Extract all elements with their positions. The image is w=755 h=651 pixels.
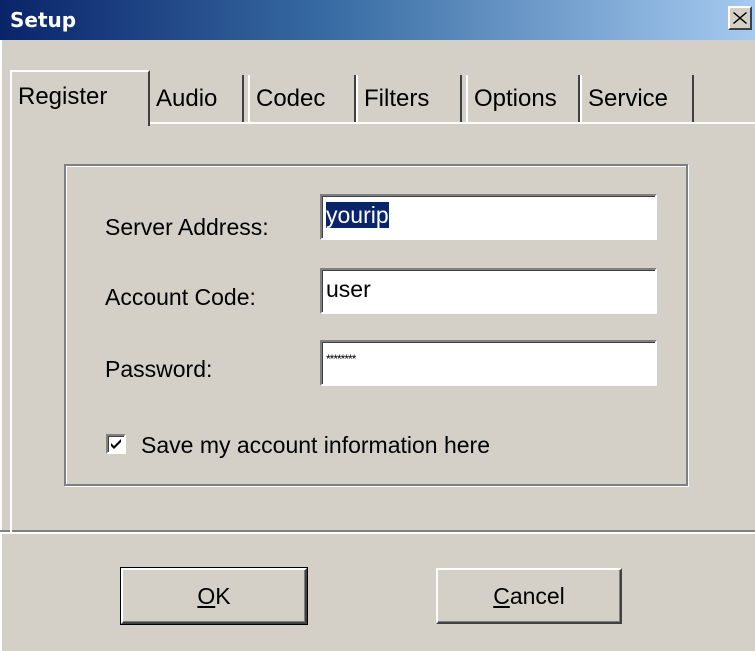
tab-register[interactable]: Register [10, 70, 150, 126]
tab-label: Filters [364, 85, 430, 112]
tab-label: Service [588, 85, 669, 112]
close-button[interactable] [728, 6, 752, 30]
tab-label: Codec [256, 85, 326, 112]
tab-codec[interactable]: Codec [248, 75, 356, 123]
cancel-label-rest: ancel [509, 582, 565, 609]
ok-button[interactable]: OK [120, 567, 308, 625]
tab-label: Register [18, 83, 108, 110]
tab-label: Audio [156, 85, 218, 112]
tab-label: Options [474, 85, 557, 112]
ok-label-rest: K [215, 582, 231, 609]
setup-dialog: Setup Register Audio Codec Filters Optio… [0, 0, 755, 651]
window-border [0, 40, 2, 651]
tab-service[interactable]: Service [580, 75, 694, 123]
close-icon [733, 12, 747, 24]
ok-mnemonic: O [197, 582, 216, 609]
window-title: Setup [10, 8, 77, 32]
title-bar[interactable]: Setup [0, 0, 755, 40]
cancel-button[interactable]: Cancel [436, 568, 622, 624]
cancel-mnemonic: C [493, 582, 510, 609]
tab-filters[interactable]: Filters [356, 75, 462, 123]
register-tab-panel [10, 122, 755, 532]
tab-options[interactable]: Options [466, 75, 580, 123]
tab-audio[interactable]: Audio [148, 75, 244, 123]
